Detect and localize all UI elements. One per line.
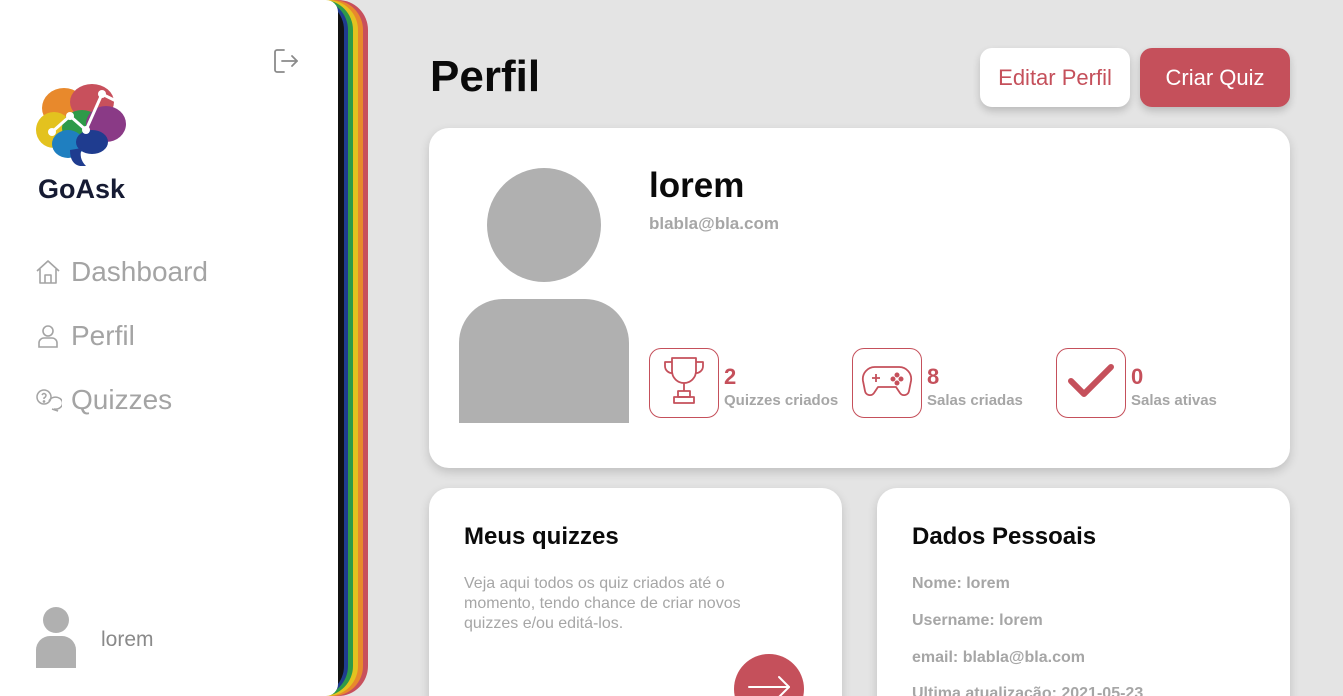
my-quizzes-card: Meus quizzes Veja aqui todos os quiz cri… [429,488,842,696]
card-description: Veja aqui todos os quiz criados até o mo… [464,575,741,632]
personal-data-updated: Ultima atualização: 2021-05-23 [912,685,1144,696]
home-icon [34,258,62,286]
profile-email: blabla@bla.com [649,214,779,233]
goask-brain-logo [34,78,130,170]
personal-data-email: email: blabla@bla.com [912,649,1085,666]
sidebar-item-quizzes[interactable]: Quizzes [34,380,172,420]
sidebar-item-label: Quizzes [71,384,173,415]
profile-card: lorem blabla@bla.com 2 Quizzes criados 8… [429,128,1290,468]
card-title: Dados Pessoais [912,523,1097,550]
stat-label: Quizzes criados [724,392,839,409]
sidebar-item-label: Perfil [71,320,135,351]
brand-name: GoAsk [38,174,126,204]
personal-data-username: Username: lorem [912,612,1043,629]
arrow-right-icon [747,675,791,696]
stat-label: Salas criadas [927,392,1023,409]
personal-data-card: Dados Pessoais Nome: lorem Username: lor… [877,488,1290,696]
chat-question-icon [34,386,64,414]
logout-icon[interactable] [272,47,300,75]
stat-label: Salas ativas [1131,392,1217,409]
profile-photo-placeholder [459,168,629,423]
sidebar-item-perfil[interactable]: Perfil [34,316,135,356]
profile-name: lorem [649,166,745,205]
user-name: lorem [101,628,154,651]
edit-profile-button[interactable]: Editar Perfil [980,48,1130,107]
create-quiz-button[interactable]: Criar Quiz [1140,48,1290,107]
check-icon [1066,361,1116,406]
sidebar: GoAsk Dashboard Perfil Quizzes lorem [0,0,338,696]
sidebar-item-label: Dashboard [71,256,208,287]
trophy-icon [662,355,706,412]
card-title: Meus quizzes [464,523,619,550]
stat-icon-box [649,348,719,418]
sidebar-item-dashboard[interactable]: Dashboard [34,252,208,292]
page-title: Perfil [430,52,541,101]
gamepad-icon [861,363,913,404]
stat-value: 8 [927,364,940,389]
avatar[interactable] [34,606,78,668]
personal-data-name: Nome: lorem [912,575,1010,592]
open-quizzes-button[interactable] [734,654,804,696]
stat-value: 0 [1131,364,1144,389]
stat-icon-box [852,348,922,418]
user-icon [34,322,62,350]
stat-value: 2 [724,364,737,389]
stat-icon-box [1056,348,1126,418]
